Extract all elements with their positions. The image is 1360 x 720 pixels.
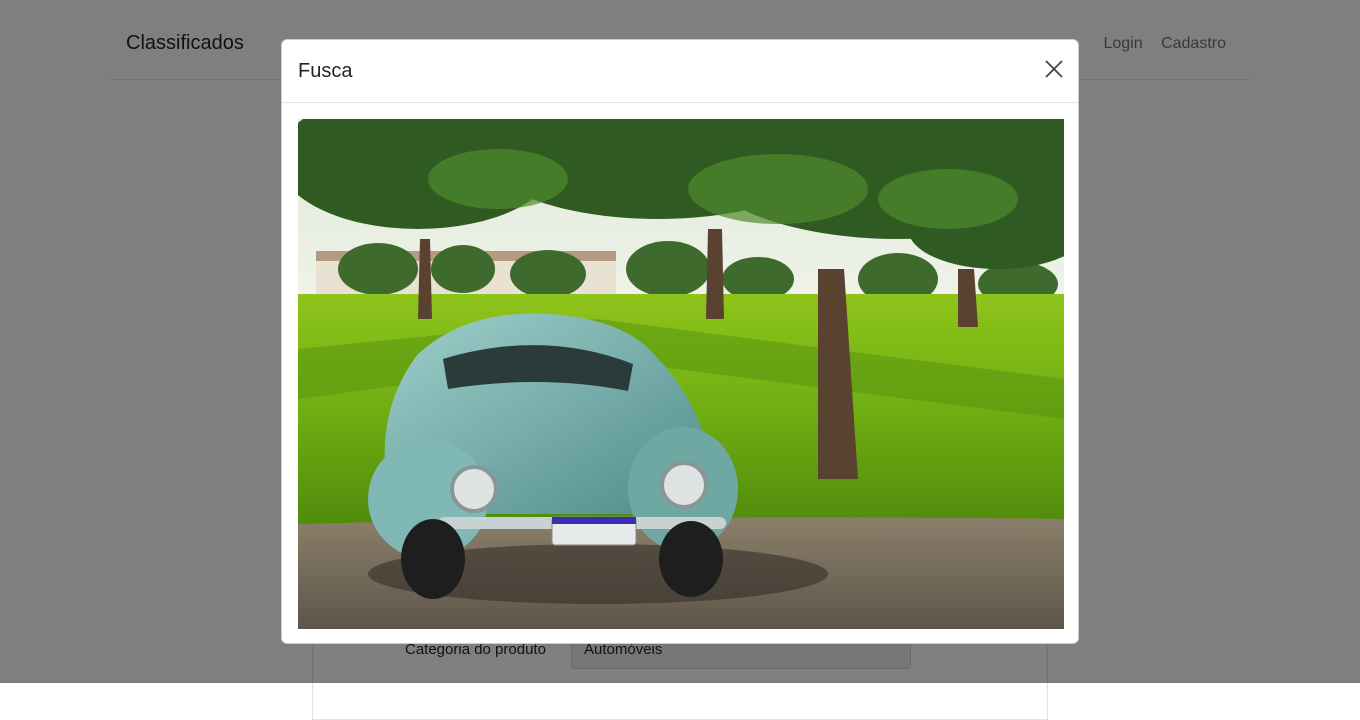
car-photo [298, 119, 1064, 629]
close-button[interactable] [1044, 59, 1064, 79]
modal-title: Fusca [298, 60, 353, 82]
close-icon [1045, 60, 1063, 78]
modal-header: Fusca [282, 40, 1078, 103]
modal-body [298, 119, 1064, 629]
image-modal: Fusca [281, 39, 1079, 644]
